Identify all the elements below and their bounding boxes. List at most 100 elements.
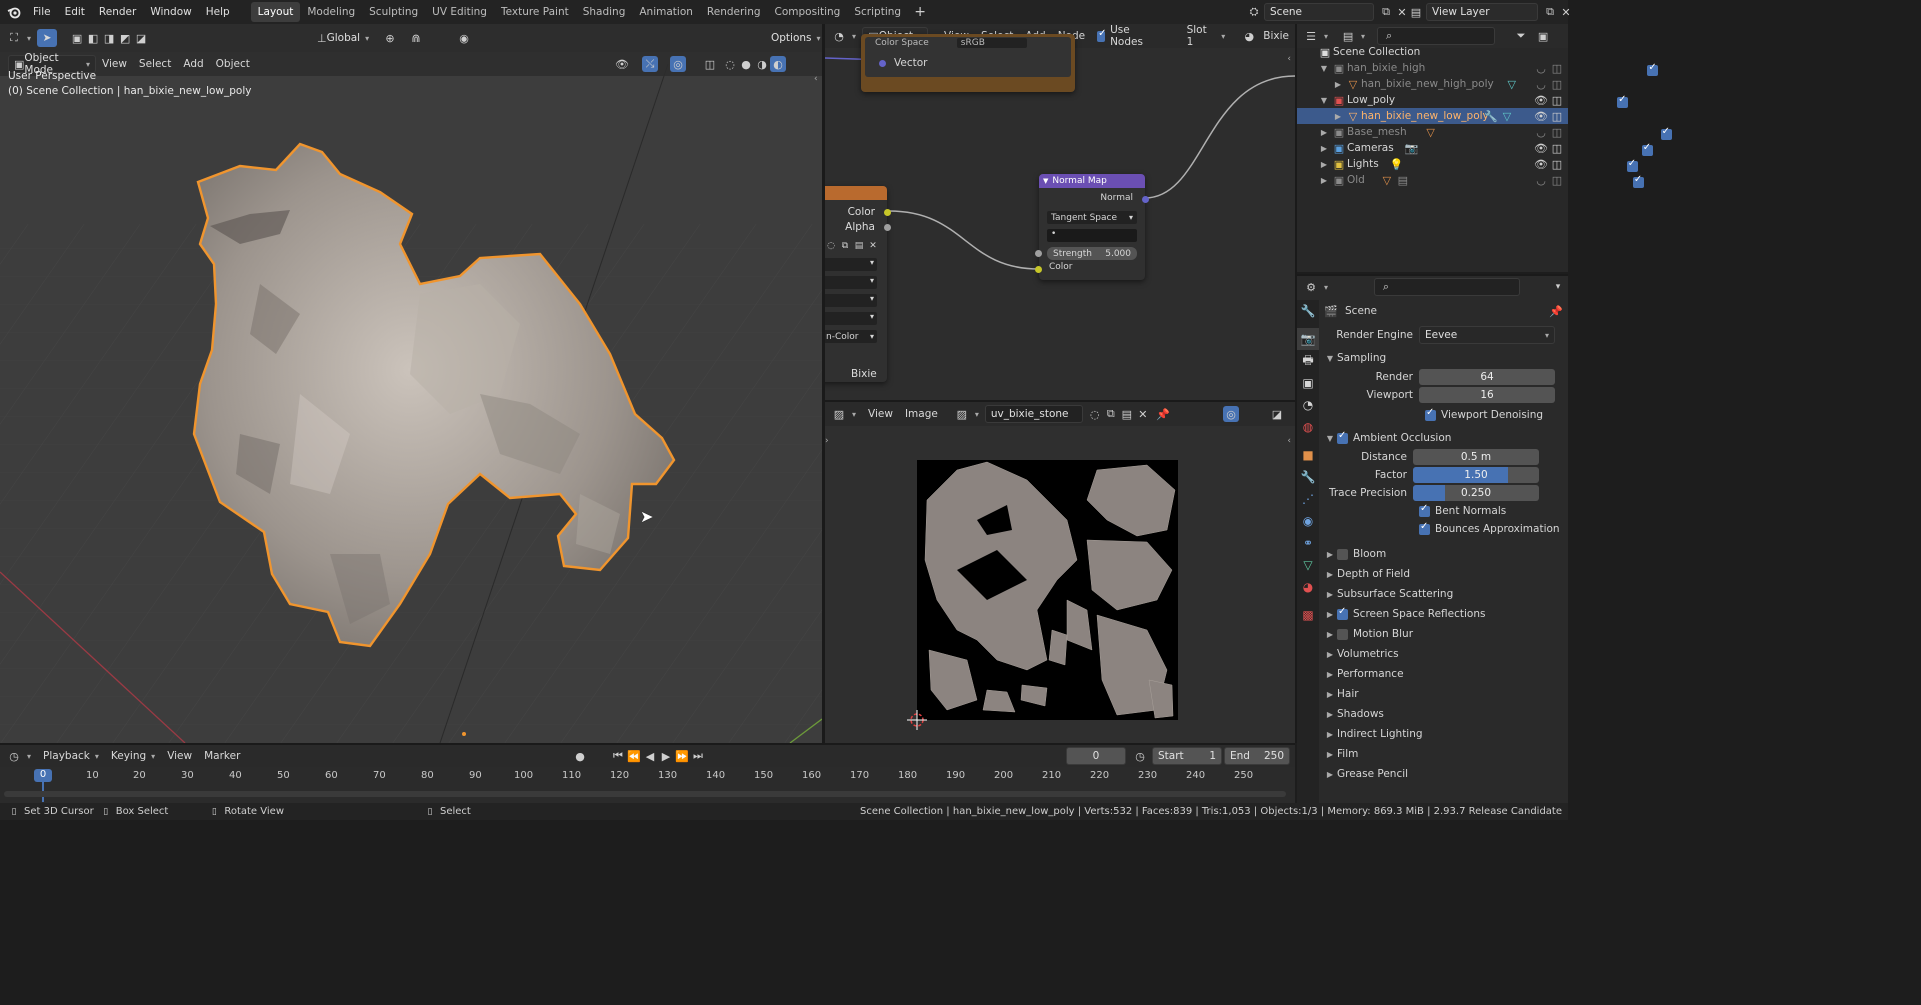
image-name-field[interactable]: uv_bixie_stone [984, 405, 1083, 423]
object-tab-icon[interactable]: ■ [1297, 444, 1319, 466]
uv-texture-image[interactable] [917, 460, 1178, 720]
timeline-scrollbar[interactable] [4, 791, 1286, 797]
select-subtract-icon[interactable]: ◨ [101, 30, 117, 46]
fake-user-icon[interactable]: ◌ [825, 238, 837, 254]
view-layer-selector[interactable]: ▤ View Layer ⧉ ✕ [1408, 3, 1574, 21]
panel-motion-blur[interactable]: ▶ Motion Blur [1323, 624, 1568, 644]
exclude-checkbox[interactable] [1626, 158, 1638, 172]
image-sidebar-toggle-icon[interactable]: ‹ [1287, 436, 1291, 446]
jump-keyframe-forward-icon[interactable]: ⏩ [674, 748, 690, 764]
exclude-checkbox[interactable] [1641, 142, 1653, 156]
xray-icon[interactable]: ◫ [702, 56, 718, 72]
outliner-row-han-bixie-new-low-poly[interactable]: ▶ ▽ han_bixie_new_low_poly 🔧 ▽ 👁 ◫ [1297, 108, 1568, 124]
color-input-socket[interactable] [1035, 266, 1042, 273]
world-tab-icon[interactable]: ◍ [1297, 416, 1319, 438]
interpolation-dropdown[interactable]: ▾ [825, 258, 877, 271]
extension-dropdown[interactable]: ▾ [825, 294, 877, 307]
solid-shading-icon[interactable]: ● [738, 56, 754, 72]
normal-map-node[interactable]: ▼ Normal Map Normal Tangent Space ▾ • Stre… [1035, 174, 1149, 280]
timeline-menu-keying[interactable]: Keying [105, 747, 161, 765]
exclude-checkbox[interactable] [1617, 94, 1629, 108]
uv-map-field[interactable]: • [1047, 229, 1137, 242]
image-unlink-icon[interactable]: ✕ [1135, 406, 1151, 422]
vector-socket[interactable] [879, 59, 886, 67]
outliner-row-han-bixie-high[interactable]: ▼▣han_bixie_high ◡ ◫ [1297, 60, 1659, 76]
material-selector[interactable]: ◕ Bixie [1235, 27, 1295, 45]
add-workspace-icon[interactable]: + [912, 4, 928, 20]
image-texture-node[interactable]: Color Alpha ◌ ⧉ ▤ ✕ ▾ ▾ ▾ ▾ n-Color ▾ Bix… [825, 186, 891, 382]
expand-icon[interactable]: ▼ [1317, 96, 1331, 105]
expand-icon[interactable]: ▶ [1317, 128, 1331, 137]
camera-toggle-icon[interactable]: ◫ [1549, 140, 1565, 156]
current-frame-field[interactable]: 0 [1066, 747, 1126, 765]
shader-editor[interactable]: ◔ ▣Object View Select Add Node Use Nodes… [825, 24, 1295, 400]
workspace-tab-rendering[interactable]: Rendering [700, 2, 768, 22]
2d-cursor-icon[interactable] [907, 710, 927, 730]
timeline[interactable]: ◷ Playback Keying View Marker ● ⏮ ⏪ ◀ ▶ … [0, 743, 1295, 803]
camera-toggle-icon[interactable]: ◫ [1549, 156, 1565, 172]
output-tab-icon[interactable]: 🖶 [1297, 350, 1319, 372]
select-intersect-icon[interactable]: ◪ [133, 30, 149, 46]
open-image-icon[interactable]: ▤ [853, 238, 865, 254]
select-extend-icon[interactable]: ◧ [85, 30, 101, 46]
eye-icon[interactable]: 👁 [1533, 108, 1549, 124]
workspace-tab-scripting[interactable]: Scripting [847, 2, 908, 22]
workspace-tab-layout[interactable]: Layout [250, 2, 301, 22]
exclude-checkbox[interactable] [1632, 174, 1644, 188]
blender-logo-icon[interactable] [6, 4, 22, 20]
workspace-tab-texture-paint[interactable]: Texture Paint [494, 2, 576, 22]
sampling-panel-header[interactable]: ▼ Sampling [1323, 348, 1568, 368]
motion-blur-checkbox[interactable] [1337, 628, 1348, 640]
workspace-tab-shading[interactable]: Shading [576, 2, 633, 22]
new-collection-icon[interactable]: ▣ [1535, 28, 1551, 44]
select-tool-icon[interactable]: ➤ [37, 29, 58, 47]
outliner-row-old[interactable]: ▶▣Old ▽ ▤ ◡ ◫ [1297, 172, 1644, 188]
viewport-menu-select[interactable]: Select [133, 55, 177, 73]
source-dropdown[interactable]: ▾ [825, 312, 877, 325]
bixie-model[interactable] [180, 134, 690, 654]
eye-icon[interactable]: 👁 [1533, 92, 1549, 108]
pin-context-icon[interactable]: 📌 [1548, 303, 1564, 319]
menu-help[interactable]: Help [199, 0, 237, 24]
hide-icon[interactable]: ◡ [1533, 76, 1549, 92]
viewport-menu-object[interactable]: Object [210, 55, 256, 73]
image-browse[interactable]: ▨ [948, 405, 985, 423]
render-toggle-icon[interactable]: ◫ [1549, 124, 1565, 140]
exclude-checkbox[interactable] [1660, 126, 1672, 140]
ao-trace-slider[interactable]: 0.250 [1413, 485, 1539, 501]
ao-enable-checkbox[interactable] [1337, 430, 1348, 444]
pivot-icon[interactable]: ⊕ [382, 30, 398, 46]
image-editor[interactable]: ▨ View Image ▨ uv_bixie_stone ◌ ⧉ ▤ ✕ 📌 … [825, 400, 1295, 743]
wireframe-shading-icon[interactable]: ◌ [722, 56, 738, 72]
panel-hair[interactable]: ▶ Hair [1323, 684, 1568, 704]
transform-orientation[interactable]: ⊥ Global [312, 29, 372, 47]
properties-editor[interactable]: ⚙ ⌕ ▾ 🔧 📷 🖶 ▣ ◔ ◍ ■ 🔧 ⋰ ◉ ⚭ ▽ ◕ ▩ 🎬 Scene… [1297, 274, 1568, 805]
camera-toggle-icon[interactable]: ◫ [1549, 92, 1565, 108]
outliner-search-input[interactable]: ⌕ [1377, 27, 1496, 45]
panel-volumetrics[interactable]: ▶ Volumetrics [1323, 644, 1568, 664]
expand-icon[interactable]: ▶ [1317, 176, 1331, 185]
timeline-menu-playback[interactable]: Playback [37, 747, 105, 765]
outliner-editor-type[interactable]: ☰ [1297, 27, 1334, 45]
eye-icon[interactable]: 👁 [1533, 140, 1549, 156]
jump-end-icon[interactable]: ⏭ [690, 748, 706, 764]
color-space-dropdown[interactable]: n-Color ▾ [825, 330, 877, 343]
display-channels-icon[interactable]: ◪ [1269, 406, 1285, 422]
panel-indirect-lighting[interactable]: ▶ Indirect Lighting [1323, 724, 1568, 744]
auto-keying-icon[interactable]: ● [572, 748, 588, 764]
particles-tab-icon[interactable]: ⋰ [1297, 488, 1319, 510]
viewport-menu-add[interactable]: Add [177, 55, 209, 73]
timeline-ruler[interactable]: 0 10 20 30 40 50 60 70 80 90 100 110 120… [0, 767, 1295, 803]
panel-grease-pencil[interactable]: ▶ Grease Pencil [1323, 764, 1568, 784]
image-fake-user-icon[interactable]: ◌ [1087, 406, 1103, 422]
image-overlay-icon[interactable]: ◎ [1223, 406, 1239, 422]
projection-dropdown[interactable]: ▾ [825, 276, 877, 289]
visibility-icon[interactable]: 👁 [614, 56, 630, 72]
properties-options-icon[interactable]: ▾ [1550, 279, 1566, 295]
expand-icon[interactable]: ▼ [1317, 64, 1331, 73]
pin-icon[interactable]: 📌 [1155, 406, 1171, 422]
end-frame-field[interactable]: End 250 [1224, 747, 1290, 765]
snap-icon[interactable]: ⋒ [408, 30, 424, 46]
data-tab-icon[interactable]: ▽ [1297, 554, 1319, 576]
render-toggle-icon[interactable]: ◫ [1549, 172, 1565, 188]
